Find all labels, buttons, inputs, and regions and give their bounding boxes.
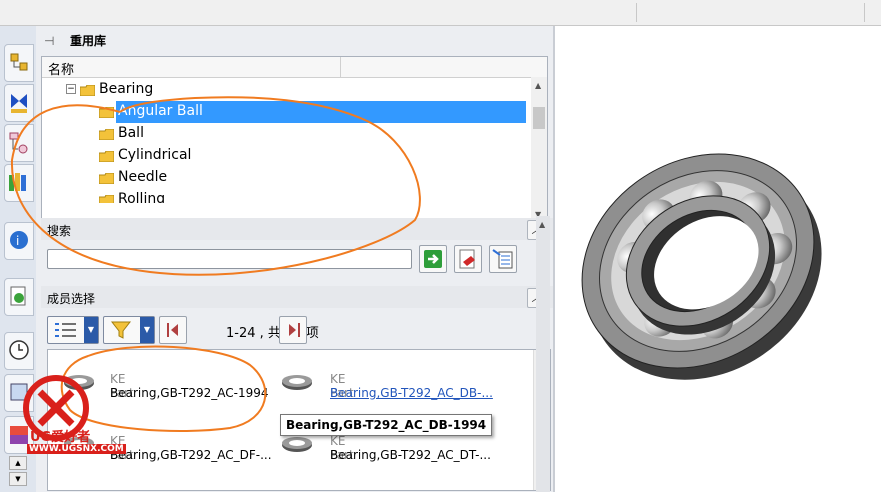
tree-item-rolling[interactable]: Rolling <box>42 189 528 203</box>
reuse-library-icon <box>9 173 26 191</box>
member-selection-label: 成员选择 <box>47 292 96 306</box>
tree-item-label: Angular Ball <box>118 103 203 119</box>
tree-item-label: Needle <box>118 169 168 185</box>
web-browser-icon: i <box>10 231 28 249</box>
next-page-icon <box>289 323 300 337</box>
item-name: Bearing,GB-T292_AC_DB-... <box>330 386 493 400</box>
prev-page-button[interactable] <box>159 316 187 344</box>
item-name: Bearing,GB-T292_AC_DF-... <box>110 448 272 462</box>
member-list: KE Part Bearing,GB-T292_AC-1994 KE Part … <box>47 349 551 491</box>
search-section-header[interactable]: 搜索 ︿ <box>41 218 553 240</box>
prev-page-icon <box>167 323 178 337</box>
history-tab[interactable] <box>4 278 34 316</box>
panel-title: 重用库 <box>70 34 107 48</box>
filter-icon <box>110 321 132 339</box>
top-toolbar <box>0 0 881 26</box>
search-section-label: 搜索 <box>47 224 72 238</box>
clock-icon <box>9 340 29 360</box>
tree-item-ball[interactable]: Ball <box>42 123 528 145</box>
filter-dropdown[interactable]: ▼ <box>103 316 155 344</box>
scroll-up-arrow-icon[interactable]: ▲ <box>535 81 541 90</box>
bearing-thumbnail-icon <box>282 437 312 452</box>
bearing-3d-model <box>581 153 822 380</box>
tree-item-bearing[interactable]: − Bearing <box>42 79 528 101</box>
clear-search-icon <box>459 249 475 269</box>
go-icon <box>424 250 442 268</box>
tree-item-needle[interactable]: Needle <box>42 167 528 189</box>
toolbar-separator <box>864 3 865 22</box>
item-name: Bearing,GB-T292_AC_DT-... <box>330 448 491 462</box>
assembly-navigator-icon <box>10 53 28 71</box>
folder-icon <box>99 107 114 118</box>
watermark-logo <box>23 375 89 441</box>
bearing-thumbnail-icon <box>282 375 312 390</box>
tree-scroll-thumb[interactable] <box>533 107 545 129</box>
constraint-navigator-icon <box>11 94 27 113</box>
advanced-search-icon <box>492 249 513 269</box>
chevron-down-icon[interactable]: ▼ <box>84 317 98 343</box>
reuse-library-tab[interactable] <box>4 164 34 202</box>
tree-header: 名称 <box>42 57 547 78</box>
constraint-navigator-tab[interactable] <box>4 84 34 122</box>
folder-icon <box>99 151 114 162</box>
chevron-down-icon[interactable]: ▼ <box>140 317 154 343</box>
next-page-button[interactable] <box>279 316 307 344</box>
item-name: Bearing,GB-T292_AC-1994 <box>110 386 269 400</box>
tree-item-label: Ball <box>118 125 144 141</box>
folder-icon <box>99 129 114 140</box>
clear-search-button[interactable] <box>454 245 482 273</box>
advanced-search-button[interactable] <box>489 245 517 273</box>
graphics-window[interactable] <box>555 26 881 492</box>
tree-item-label: Rolling <box>118 191 166 203</box>
search-input[interactable] <box>47 249 412 269</box>
clock-tab[interactable] <box>4 332 34 370</box>
part-navigator-tab[interactable] <box>4 124 34 162</box>
history-icon <box>10 286 26 306</box>
watermark-url: WWW.UGSNX.COM <box>27 444 126 454</box>
folder-icon <box>80 85 95 96</box>
library-tree: 名称 − Bearing Angular Ball Ball Cylindric… <box>41 56 548 234</box>
tree-item-angular-ball[interactable]: Angular Ball <box>42 101 528 123</box>
assembly-navigator-tab[interactable] <box>4 44 34 82</box>
member-selection-header[interactable]: 成员选择 ︿ <box>41 286 553 308</box>
folder-icon <box>99 195 114 203</box>
list-item[interactable]: KE Part Bearing,GB-T292_AC_DB-... <box>280 372 493 400</box>
column-divider <box>340 57 341 77</box>
panel-titlebar: ⊣ 重用库 <box>36 26 554 54</box>
tree-item-cylindrical[interactable]: Cylindrical <box>42 145 528 167</box>
tree-item-label: Bearing <box>99 81 154 97</box>
panel-vertical-scrollbar[interactable]: ▲ <box>536 216 550 492</box>
collapse-icon[interactable]: − <box>66 84 76 94</box>
list-view-icon <box>55 323 76 337</box>
tree-vertical-scrollbar[interactable]: ▲ ▼ <box>531 77 547 221</box>
svg-text:i: i <box>16 234 19 248</box>
web-browser-tab[interactable]: i <box>4 222 34 260</box>
view-type-dropdown[interactable]: ▼ <box>47 316 99 344</box>
list-item[interactable]: KE Part Bearing,GB-T292_AC_DT-... <box>280 434 491 462</box>
watermark-text: UG爱好者 <box>30 430 91 445</box>
scroll-up-arrow-icon[interactable]: ▲ <box>539 220 545 229</box>
go-search-button[interactable] <box>419 245 447 273</box>
part-navigator-icon <box>9 132 28 154</box>
item-tooltip: Bearing,GB-T292_AC_DB-1994 <box>280 414 493 436</box>
pin-icon[interactable]: ⊣ <box>44 34 54 48</box>
tree-item-label: Cylindrical <box>118 147 192 163</box>
folder-icon <box>99 173 114 184</box>
column-header-name[interactable]: 名称 <box>48 59 74 78</box>
toolbar-separator <box>636 3 637 22</box>
